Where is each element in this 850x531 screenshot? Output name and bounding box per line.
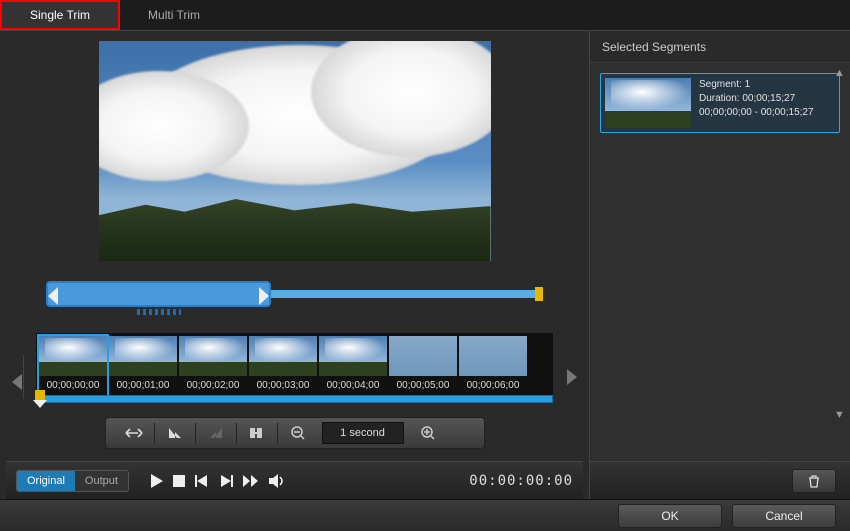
trim-end-handle-inner[interactable] [259, 287, 269, 305]
playhead-icon[interactable] [33, 400, 47, 408]
trim-start-handle[interactable] [48, 287, 58, 305]
video-trim-dialog: { "tabs": { "single": "Single Trim", "mu… [0, 0, 850, 531]
thumbnail[interactable]: 00;00;00;00 [39, 336, 107, 395]
fast-forward-icon[interactable] [243, 474, 259, 488]
interval-display[interactable]: 1 second [322, 422, 404, 444]
thumbnail[interactable]: 00;00;04;00 [319, 336, 387, 395]
thumb-timecode: 00;00;02;00 [179, 376, 247, 395]
thumb-timecode: 00;00;06;00 [459, 376, 527, 395]
zoom-toolbar: 1 second [105, 417, 485, 449]
thumbnail[interactable]: 00;00;03;00 [249, 336, 317, 395]
segment-item[interactable]: Segment: 1 Duration: 00;00;15;27 00;00;0… [600, 73, 840, 133]
view-output[interactable]: Output [75, 471, 128, 491]
play-icon[interactable] [151, 474, 163, 488]
timeline-marker[interactable] [35, 390, 45, 400]
selected-segments-title: Selected Segments [590, 31, 850, 63]
segment-range: 00;00;00;00 - 00;00;15;27 [699, 106, 814, 120]
ok-button[interactable]: OK [618, 504, 722, 528]
zoom-in-icon[interactable] [410, 419, 446, 447]
tab-single-trim[interactable]: Single Trim [0, 0, 120, 30]
thumb-timecode: 00;00;03;00 [249, 376, 317, 395]
dialog-footer: OK Cancel [0, 499, 850, 531]
thumbnail[interactable]: 00;00;06;00 [459, 336, 527, 395]
view-original[interactable]: Original [17, 471, 75, 491]
thumbs-next[interactable] [565, 355, 579, 399]
swap-icon[interactable] [116, 419, 152, 447]
segment-duration: Duration: 00;00;15;27 [699, 92, 814, 106]
detect-scenes-icon[interactable] [239, 419, 275, 447]
mode-tabs: Single Trim Multi Trim [0, 0, 850, 31]
delete-segment-button[interactable] [792, 469, 836, 493]
thumb-timecode: 00;00;05;00 [389, 376, 457, 395]
playback-bar: Original Output 00:00:00:00 [6, 461, 583, 499]
timeline-scrubber[interactable] [36, 395, 553, 403]
stop-icon[interactable] [173, 474, 185, 488]
thumb-timecode: 00;00;00;00 [39, 376, 107, 395]
mark-in-icon[interactable] [157, 419, 193, 447]
thumbnail[interactable]: 00;00;05;00 [389, 336, 457, 395]
main-timecode: 00:00:00:00 [469, 473, 573, 489]
scroll-down-icon[interactable]: ▼ [834, 409, 848, 421]
right-panel: Selected Segments ▲ Segment: 1 Duration:… [590, 31, 850, 499]
trim-range-handle[interactable] [46, 281, 271, 307]
cancel-button[interactable]: Cancel [732, 504, 836, 528]
thumbnail[interactable]: 00;00;02;00 [179, 336, 247, 395]
zoom-out-icon[interactable] [280, 419, 316, 447]
trim-end-marker[interactable] [535, 287, 543, 301]
thumb-timecode: 00;00;01;00 [109, 376, 177, 395]
thumbnail[interactable]: 00;00;01;00 [109, 336, 177, 395]
thumbs-prev[interactable] [10, 355, 24, 399]
left-panel: 00;00;00;0000;00;01;0000;00;02;0000;00;0… [0, 31, 590, 499]
thumbnail-strip: 00;00;00;0000;00;01;0000;00;02;0000;00;0… [36, 333, 553, 395]
prev-frame-icon[interactable] [195, 474, 209, 488]
video-preview [99, 41, 491, 261]
volume-icon[interactable] [269, 474, 285, 488]
mark-out-icon[interactable] [198, 419, 234, 447]
scroll-up-icon[interactable]: ▲ [834, 67, 848, 79]
thumb-timecode: 00;00;04;00 [319, 376, 387, 395]
trim-range-bar[interactable] [46, 281, 543, 319]
segment-list: ▲ Segment: 1 Duration: 00;00;15;27 00;00… [590, 63, 850, 461]
next-frame-icon[interactable] [219, 474, 233, 488]
tab-multi-trim[interactable]: Multi Trim [120, 0, 228, 30]
segment-title: Segment: 1 [699, 78, 814, 92]
